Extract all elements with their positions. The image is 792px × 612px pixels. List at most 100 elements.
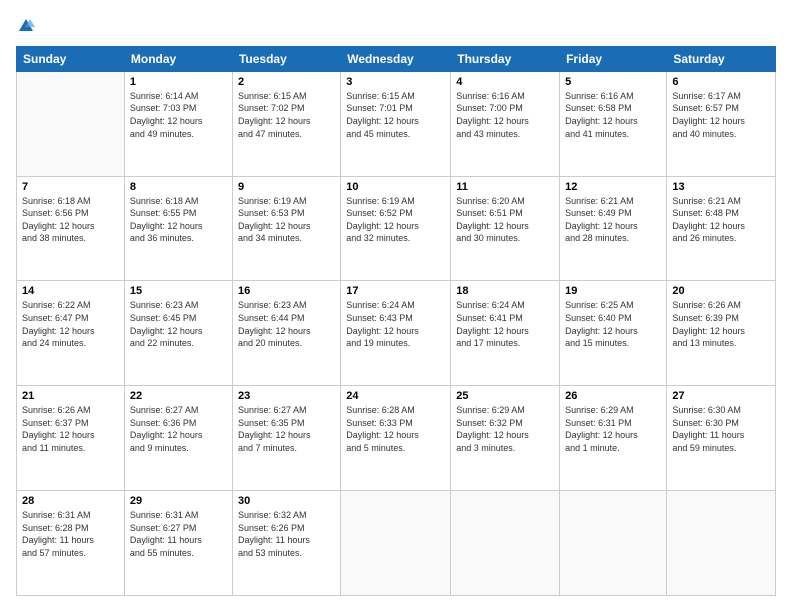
logo-text [16, 16, 35, 36]
calendar-cell: 30 Sunrise: 6:32 AM Sunset: 6:26 PM Dayli… [232, 491, 340, 596]
day-info: Sunrise: 6:27 AM Sunset: 6:36 PM Dayligh… [130, 404, 227, 454]
day-info: Sunrise: 6:32 AM Sunset: 6:26 PM Dayligh… [238, 509, 335, 559]
calendar-cell: 26 Sunrise: 6:29 AM Sunset: 6:31 PM Dayli… [560, 386, 667, 491]
day-info: Sunrise: 6:18 AM Sunset: 6:55 PM Dayligh… [130, 195, 227, 245]
day-info: Sunrise: 6:26 AM Sunset: 6:37 PM Dayligh… [22, 404, 119, 454]
day-number: 17 [346, 285, 445, 297]
day-info: Sunrise: 6:19 AM Sunset: 6:52 PM Dayligh… [346, 195, 445, 245]
day-number: 4 [456, 76, 554, 88]
day-info: Sunrise: 6:15 AM Sunset: 7:01 PM Dayligh… [346, 90, 445, 140]
day-info: Sunrise: 6:30 AM Sunset: 6:30 PM Dayligh… [672, 404, 770, 454]
day-number: 28 [22, 495, 119, 507]
day-number: 27 [672, 390, 770, 402]
day-info: Sunrise: 6:23 AM Sunset: 6:44 PM Dayligh… [238, 299, 335, 349]
calendar-cell [341, 491, 451, 596]
day-number: 8 [130, 181, 227, 193]
weekday-header: Tuesday [232, 46, 340, 71]
weekday-header: Monday [124, 46, 232, 71]
calendar-cell: 25 Sunrise: 6:29 AM Sunset: 6:32 PM Dayli… [451, 386, 560, 491]
calendar-cell: 20Sunrise: 6:26 AM Sunset: 6:39 PM Dayli… [667, 281, 776, 386]
logo-icon [17, 17, 35, 35]
day-number: 24 [346, 390, 445, 402]
calendar-cell: 23Sunrise: 6:27 AM Sunset: 6:35 PM Dayli… [232, 386, 340, 491]
calendar-cell: 7 Sunrise: 6:18 AM Sunset: 6:56 PM Daylig… [17, 176, 125, 281]
calendar-cell: 16 Sunrise: 6:23 AM Sunset: 6:44 PM Dayli… [232, 281, 340, 386]
day-number: 10 [346, 181, 445, 193]
calendar-cell: 14 Sunrise: 6:22 AM Sunset: 6:47 PM Dayli… [17, 281, 125, 386]
calendar-cell: 2Sunrise: 6:15 AM Sunset: 7:02 PM Daylig… [232, 71, 340, 176]
day-number: 19 [565, 285, 661, 297]
weekday-header: Friday [560, 46, 667, 71]
day-number: 26 [565, 390, 661, 402]
day-info: Sunrise: 6:29 AM Sunset: 6:31 PM Dayligh… [565, 404, 661, 454]
day-info: Sunrise: 6:28 AM Sunset: 6:33 PM Dayligh… [346, 404, 445, 454]
logo [16, 16, 35, 36]
day-info: Sunrise: 6:27 AM Sunset: 6:35 PM Dayligh… [238, 404, 335, 454]
calendar-cell: 11 Sunrise: 6:20 AM Sunset: 6:51 PM Dayli… [451, 176, 560, 281]
day-info: Sunrise: 6:20 AM Sunset: 6:51 PM Dayligh… [456, 195, 554, 245]
calendar-cell [560, 491, 667, 596]
calendar-table: SundayMondayTuesdayWednesdayThursdayFrid… [16, 46, 776, 596]
calendar-cell: 12 Sunrise: 6:21 AM Sunset: 6:49 PM Dayli… [560, 176, 667, 281]
calendar-cell: 13 Sunrise: 6:21 AM Sunset: 6:48 PM Dayli… [667, 176, 776, 281]
calendar-cell: 10 Sunrise: 6:19 AM Sunset: 6:52 PM Dayli… [341, 176, 451, 281]
day-info: Sunrise: 6:31 AM Sunset: 6:27 PM Dayligh… [130, 509, 227, 559]
day-info: Sunrise: 6:22 AM Sunset: 6:47 PM Dayligh… [22, 299, 119, 349]
day-number: 7 [22, 181, 119, 193]
calendar-cell [17, 71, 125, 176]
day-info: Sunrise: 6:16 AM Sunset: 7:00 PM Dayligh… [456, 90, 554, 140]
calendar-cell: 18 Sunrise: 6:24 AM Sunset: 6:41 PM Dayli… [451, 281, 560, 386]
day-number: 14 [22, 285, 119, 297]
calendar-cell [667, 491, 776, 596]
day-info: Sunrise: 6:29 AM Sunset: 6:32 PM Dayligh… [456, 404, 554, 454]
day-info: Sunrise: 6:24 AM Sunset: 6:43 PM Dayligh… [346, 299, 445, 349]
calendar-cell: 8 Sunrise: 6:18 AM Sunset: 6:55 PM Daylig… [124, 176, 232, 281]
day-number: 2 [238, 76, 335, 88]
day-info: Sunrise: 6:19 AM Sunset: 6:53 PM Dayligh… [238, 195, 335, 245]
day-info: Sunrise: 6:26 AM Sunset: 6:39 PM Dayligh… [672, 299, 770, 349]
day-info: Sunrise: 6:24 AM Sunset: 6:41 PM Dayligh… [456, 299, 554, 349]
day-number: 16 [238, 285, 335, 297]
calendar-cell: 15 Sunrise: 6:23 AM Sunset: 6:45 PM Dayli… [124, 281, 232, 386]
day-number: 13 [672, 181, 770, 193]
calendar-cell: 6Sunrise: 6:17 AM Sunset: 6:57 PM Daylig… [667, 71, 776, 176]
header [16, 16, 776, 36]
day-number: 5 [565, 76, 661, 88]
day-info: Sunrise: 6:31 AM Sunset: 6:28 PM Dayligh… [22, 509, 119, 559]
day-number: 21 [22, 390, 119, 402]
calendar-cell: 29 Sunrise: 6:31 AM Sunset: 6:27 PM Dayli… [124, 491, 232, 596]
day-number: 15 [130, 285, 227, 297]
day-number: 12 [565, 181, 661, 193]
calendar-cell: 21 Sunrise: 6:26 AM Sunset: 6:37 PM Dayli… [17, 386, 125, 491]
day-info: Sunrise: 6:23 AM Sunset: 6:45 PM Dayligh… [130, 299, 227, 349]
day-info: Sunrise: 6:21 AM Sunset: 6:48 PM Dayligh… [672, 195, 770, 245]
calendar-cell: 5 Sunrise: 6:16 AM Sunset: 6:58 PM Daylig… [560, 71, 667, 176]
calendar-cell: 24 Sunrise: 6:28 AM Sunset: 6:33 PM Dayli… [341, 386, 451, 491]
day-number: 1 [130, 76, 227, 88]
weekday-header: Saturday [667, 46, 776, 71]
day-number: 18 [456, 285, 554, 297]
day-number: 11 [456, 181, 554, 193]
day-number: 9 [238, 181, 335, 193]
day-number: 6 [672, 76, 770, 88]
day-number: 30 [238, 495, 335, 507]
weekday-header: Sunday [17, 46, 125, 71]
weekday-header: Wednesday [341, 46, 451, 71]
day-info: Sunrise: 6:21 AM Sunset: 6:49 PM Dayligh… [565, 195, 661, 245]
calendar-cell: 9 Sunrise: 6:19 AM Sunset: 6:53 PM Daylig… [232, 176, 340, 281]
calendar-cell: 19 Sunrise: 6:25 AM Sunset: 6:40 PM Dayli… [560, 281, 667, 386]
day-info: Sunrise: 6:14 AM Sunset: 7:03 PM Dayligh… [130, 90, 227, 140]
calendar-cell: 4 Sunrise: 6:16 AM Sunset: 7:00 PM Daylig… [451, 71, 560, 176]
weekday-header: Thursday [451, 46, 560, 71]
calendar-cell [451, 491, 560, 596]
calendar-cell: 1 Sunrise: 6:14 AM Sunset: 7:03 PM Daylig… [124, 71, 232, 176]
day-info: Sunrise: 6:25 AM Sunset: 6:40 PM Dayligh… [565, 299, 661, 349]
day-info: Sunrise: 6:16 AM Sunset: 6:58 PM Dayligh… [565, 90, 661, 140]
day-info: Sunrise: 6:18 AM Sunset: 6:56 PM Dayligh… [22, 195, 119, 245]
day-number: 3 [346, 76, 445, 88]
day-number: 25 [456, 390, 554, 402]
day-number: 22 [130, 390, 227, 402]
calendar-cell: 28 Sunrise: 6:31 AM Sunset: 6:28 PM Dayli… [17, 491, 125, 596]
day-number: 29 [130, 495, 227, 507]
calendar-cell: 17 Sunrise: 6:24 AM Sunset: 6:43 PM Dayli… [341, 281, 451, 386]
